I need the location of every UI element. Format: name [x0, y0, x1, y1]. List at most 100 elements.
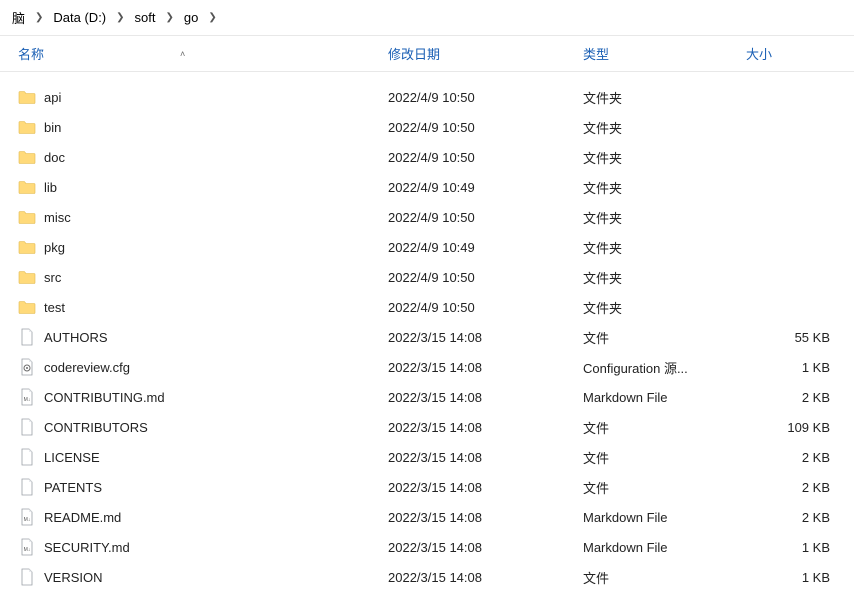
chevron-right-icon[interactable]: ❯ [29, 12, 49, 23]
table-row[interactable]: test 2022/4/9 10:50文件夹 [0, 292, 854, 322]
file-type: 文件 [575, 478, 738, 497]
column-headers: 名称 ˄ 修改日期 类型 大小 [0, 36, 854, 72]
breadcrumb-item[interactable]: Data (D:) [49, 8, 110, 27]
file-name-cell: bin [10, 118, 380, 136]
table-row[interactable]: CONTRIBUTORS2022/3/15 14:08文件109 KB [0, 412, 854, 442]
file-name-cell: api [10, 88, 380, 106]
file-name-cell: CONTRIBUTORS [10, 418, 380, 436]
file-name-cell: LICENSE [10, 448, 380, 466]
table-row[interactable]: lib2022/4/9 10:49文件夹 [0, 172, 854, 202]
file-name-cell: M↓ README.md [10, 508, 380, 526]
table-row[interactable]: PATENTS2022/3/15 14:08文件2 KB [0, 472, 854, 502]
file-name: bin [44, 120, 61, 135]
table-row[interactable]: bin 2022/4/9 10:50文件夹 [0, 112, 854, 142]
file-name-cell: lib [10, 178, 380, 196]
file-icon [18, 328, 36, 346]
file-name-cell: misc [10, 208, 380, 226]
file-date: 2022/4/9 10:50 [380, 300, 575, 315]
file-icon [18, 448, 36, 466]
file-date: 2022/4/9 10:50 [380, 90, 575, 105]
file-name-cell: AUTHORS [10, 328, 380, 346]
table-row[interactable]: pkg2022/4/9 10:49文件夹 [0, 232, 854, 262]
file-name: test [44, 300, 65, 315]
table-row[interactable]: M↓SECURITY.md2022/3/15 14:08Markdown Fil… [0, 532, 854, 562]
svg-text:M↓: M↓ [24, 547, 31, 553]
folder-icon [18, 238, 36, 256]
file-date: 2022/3/15 14:08 [380, 570, 575, 585]
file-date: 2022/4/9 10:50 [380, 270, 575, 285]
folder-icon [18, 298, 36, 316]
column-header-date[interactable]: 修改日期 [380, 38, 575, 69]
file-date: 2022/3/15 14:08 [380, 510, 575, 525]
file-date: 2022/3/15 14:08 [380, 540, 575, 555]
file-date: 2022/4/9 10:49 [380, 240, 575, 255]
chevron-right-icon[interactable]: ❯ [160, 12, 180, 23]
chevron-right-icon[interactable]: ❯ [202, 12, 222, 23]
file-icon [18, 418, 36, 436]
file-type: 文件夹 [575, 298, 738, 317]
file-icon [18, 568, 36, 586]
table-row[interactable]: LICENSE2022/3/15 14:08文件2 KB [0, 442, 854, 472]
table-row[interactable]: M↓README.md2022/3/15 14:08Markdown File2… [0, 502, 854, 532]
folder-icon [18, 118, 36, 136]
file-name-cell: src [10, 268, 380, 286]
column-header-type[interactable]: 类型 [575, 38, 738, 69]
folder-icon [18, 268, 36, 286]
file-name: api [44, 90, 61, 105]
file-name: AUTHORS [44, 330, 108, 345]
folder-icon [18, 208, 36, 226]
breadcrumb-item[interactable]: go [180, 8, 202, 27]
file-size: 2 KB [738, 450, 838, 465]
breadcrumb-item[interactable]: 脑 [8, 6, 29, 29]
markdown-file-icon: M↓ [18, 388, 36, 406]
file-date: 2022/4/9 10:49 [380, 180, 575, 195]
table-row[interactable]: src2022/4/9 10:50文件夹 [0, 262, 854, 292]
table-row[interactable]: api 2022/4/9 10:50文件夹 [0, 82, 854, 112]
file-name-cell: VERSION [10, 568, 380, 586]
file-size: 1 KB [738, 360, 838, 375]
file-date: 2022/3/15 14:08 [380, 420, 575, 435]
file-name: PATENTS [44, 480, 102, 495]
file-name-cell: PATENTS [10, 478, 380, 496]
file-size: 55 KB [738, 330, 838, 345]
breadcrumb[interactable]: 脑 ❯ Data (D:) ❯ soft ❯ go ❯ [0, 0, 854, 36]
file-name: README.md [44, 510, 121, 525]
file-type: 文件夹 [575, 208, 738, 227]
file-name-cell: doc [10, 148, 380, 166]
table-row[interactable]: codereview.cfg 2022/3/15 14:08Configurati… [0, 352, 854, 382]
file-date: 2022/3/15 14:08 [380, 360, 575, 375]
file-name: misc [44, 210, 71, 225]
file-date: 2022/3/15 14:08 [380, 480, 575, 495]
file-type: 文件夹 [575, 88, 738, 107]
column-header-label: 名称 [18, 44, 44, 63]
column-header-size[interactable]: 大小 [738, 38, 838, 69]
table-row[interactable]: M↓CONTRIBUTING.md2022/3/15 14:08Markdown… [0, 382, 854, 412]
table-row[interactable]: doc2022/4/9 10:50文件夹 [0, 142, 854, 172]
file-list: api2022/4/9 10:50文件夹bin2022/4/9 10:50文件夹… [0, 72, 854, 592]
folder-icon [18, 148, 36, 166]
file-type: 文件 [575, 418, 738, 437]
file-type: 文件夹 [575, 148, 738, 167]
file-name: VERSION [44, 570, 103, 585]
file-name: LICENSE [44, 450, 100, 465]
table-row[interactable]: misc2022/4/9 10:50文件夹 [0, 202, 854, 232]
file-date: 2022/4/9 10:50 [380, 120, 575, 135]
file-type: 文件 [575, 568, 738, 587]
table-row[interactable]: AUTHORS2022/3/15 14:08文件55 KB [0, 322, 854, 352]
table-row[interactable]: VERSION 2022/3/15 14:08文件1 KB [0, 562, 854, 592]
file-size: 2 KB [738, 510, 838, 525]
file-name: codereview.cfg [44, 360, 130, 375]
file-type: 文件夹 [575, 118, 738, 137]
file-type: 文件夹 [575, 238, 738, 257]
markdown-file-icon: M↓ [18, 508, 36, 526]
folder-icon [18, 178, 36, 196]
file-type: Markdown File [575, 390, 738, 405]
file-type: Configuration 源... [575, 358, 738, 377]
file-size: 1 KB [738, 570, 838, 585]
chevron-right-icon[interactable]: ❯ [110, 12, 130, 23]
column-header-name[interactable]: 名称 ˄ [10, 38, 380, 69]
file-date: 2022/3/15 14:08 [380, 330, 575, 345]
config-file-icon [18, 358, 36, 376]
file-name-cell: M↓CONTRIBUTING.md [10, 388, 380, 406]
breadcrumb-item[interactable]: soft [131, 8, 160, 27]
